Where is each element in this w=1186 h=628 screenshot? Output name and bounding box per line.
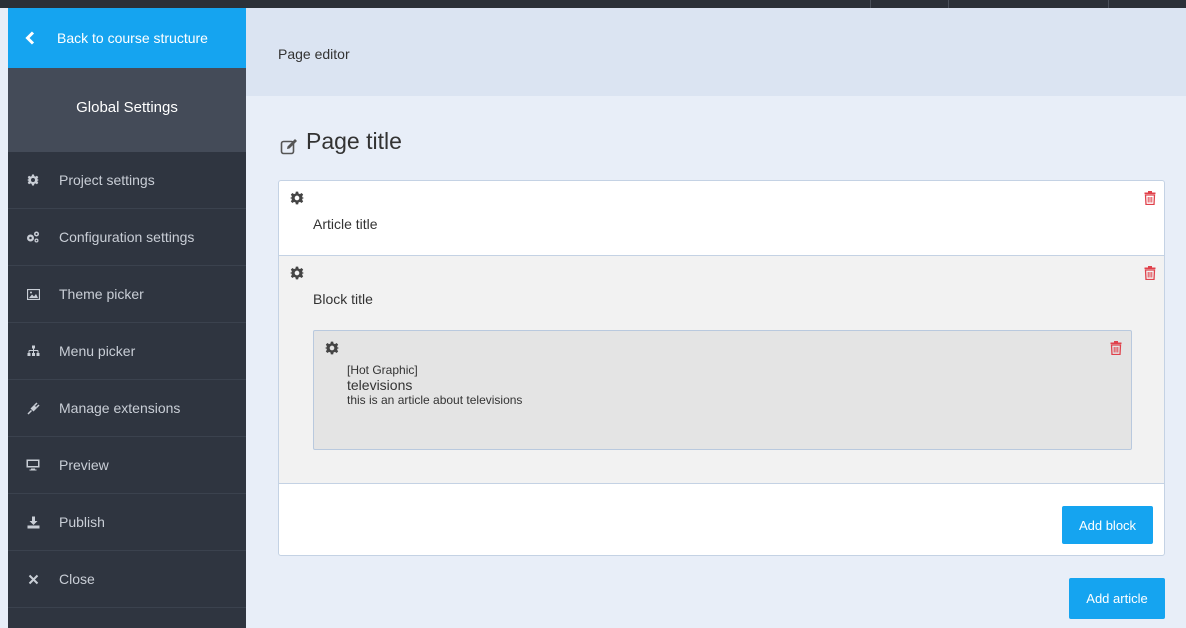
top-strip-divider xyxy=(948,0,949,8)
sidebar-item-preview[interactable]: Preview xyxy=(8,437,246,494)
block: Block title [Hot Graphic] televisions th… xyxy=(279,256,1164,484)
sidebar-item-label: Project settings xyxy=(59,172,155,188)
article-title[interactable]: Article title xyxy=(313,216,378,232)
sitemap-icon xyxy=(26,344,40,358)
picture-icon xyxy=(26,287,40,301)
sidebar-item-label: Menu picker xyxy=(59,343,136,359)
sidebar-item-publish[interactable]: Publish xyxy=(8,494,246,551)
sidebar-item-label: Manage extensions xyxy=(59,400,181,416)
global-settings-heading: Global Settings xyxy=(8,68,246,152)
sidebar: Back to course structure Global Settings… xyxy=(8,8,246,628)
top-strip xyxy=(0,0,1186,8)
plug-icon xyxy=(26,401,40,415)
component-settings-gear-icon[interactable] xyxy=(324,341,340,355)
download-icon xyxy=(26,515,40,529)
chevron-left-icon xyxy=(25,30,41,46)
sidebar-item-configuration-settings[interactable]: Configuration settings xyxy=(8,209,246,266)
add-block-button[interactable]: Add block xyxy=(1062,506,1153,544)
sidebar-item-theme-picker[interactable]: Theme picker xyxy=(8,266,246,323)
top-strip-divider xyxy=(1108,0,1109,8)
block-settings-gear-icon[interactable] xyxy=(289,266,305,280)
article-delete-trash-icon[interactable] xyxy=(1144,191,1156,206)
gear-icon xyxy=(26,173,40,187)
close-icon xyxy=(26,572,40,586)
page-title-text: Page title xyxy=(306,128,402,154)
sidebar-item-label: Theme picker xyxy=(59,286,144,302)
top-strip-divider xyxy=(870,0,871,8)
article-settings-gear-icon[interactable] xyxy=(289,191,305,205)
sidebar-item-label: Configuration settings xyxy=(59,229,195,245)
add-article-button[interactable]: Add article xyxy=(1069,578,1165,619)
component-body: this is an article about televisions xyxy=(347,393,523,407)
sidebar-menu: Project settings Configuration settings … xyxy=(8,152,246,608)
back-label: Back to course structure xyxy=(57,30,208,46)
sidebar-item-project-settings[interactable]: Project settings xyxy=(8,152,246,209)
sidebar-item-manage-extensions[interactable]: Manage extensions xyxy=(8,380,246,437)
monitor-icon xyxy=(26,458,40,472)
sidebar-item-close[interactable]: Close xyxy=(8,551,246,608)
gears-icon xyxy=(26,230,40,244)
block-title[interactable]: Block title xyxy=(313,291,373,307)
article: Article title Block title [Hot Graphic] … xyxy=(278,180,1165,556)
article-header: Article title xyxy=(279,181,1164,256)
sidebar-item-menu-picker[interactable]: Menu picker xyxy=(8,323,246,380)
header-title: Page editor xyxy=(278,46,350,62)
page-title[interactable]: Page title xyxy=(280,128,402,155)
component-card[interactable]: [Hot Graphic] televisions this is an art… xyxy=(313,330,1132,450)
sidebar-item-label: Preview xyxy=(59,457,109,473)
component-type-label: [Hot Graphic] xyxy=(347,363,418,377)
page-editor-header: Page editor xyxy=(246,8,1186,96)
component-title: televisions xyxy=(347,377,413,393)
sidebar-item-label: Publish xyxy=(59,514,105,530)
block-delete-trash-icon[interactable] xyxy=(1144,266,1156,281)
sidebar-item-label: Close xyxy=(59,571,95,587)
component-delete-trash-icon[interactable] xyxy=(1110,341,1122,356)
edit-icon xyxy=(280,135,298,154)
back-to-course-structure-button[interactable]: Back to course structure xyxy=(8,8,246,68)
